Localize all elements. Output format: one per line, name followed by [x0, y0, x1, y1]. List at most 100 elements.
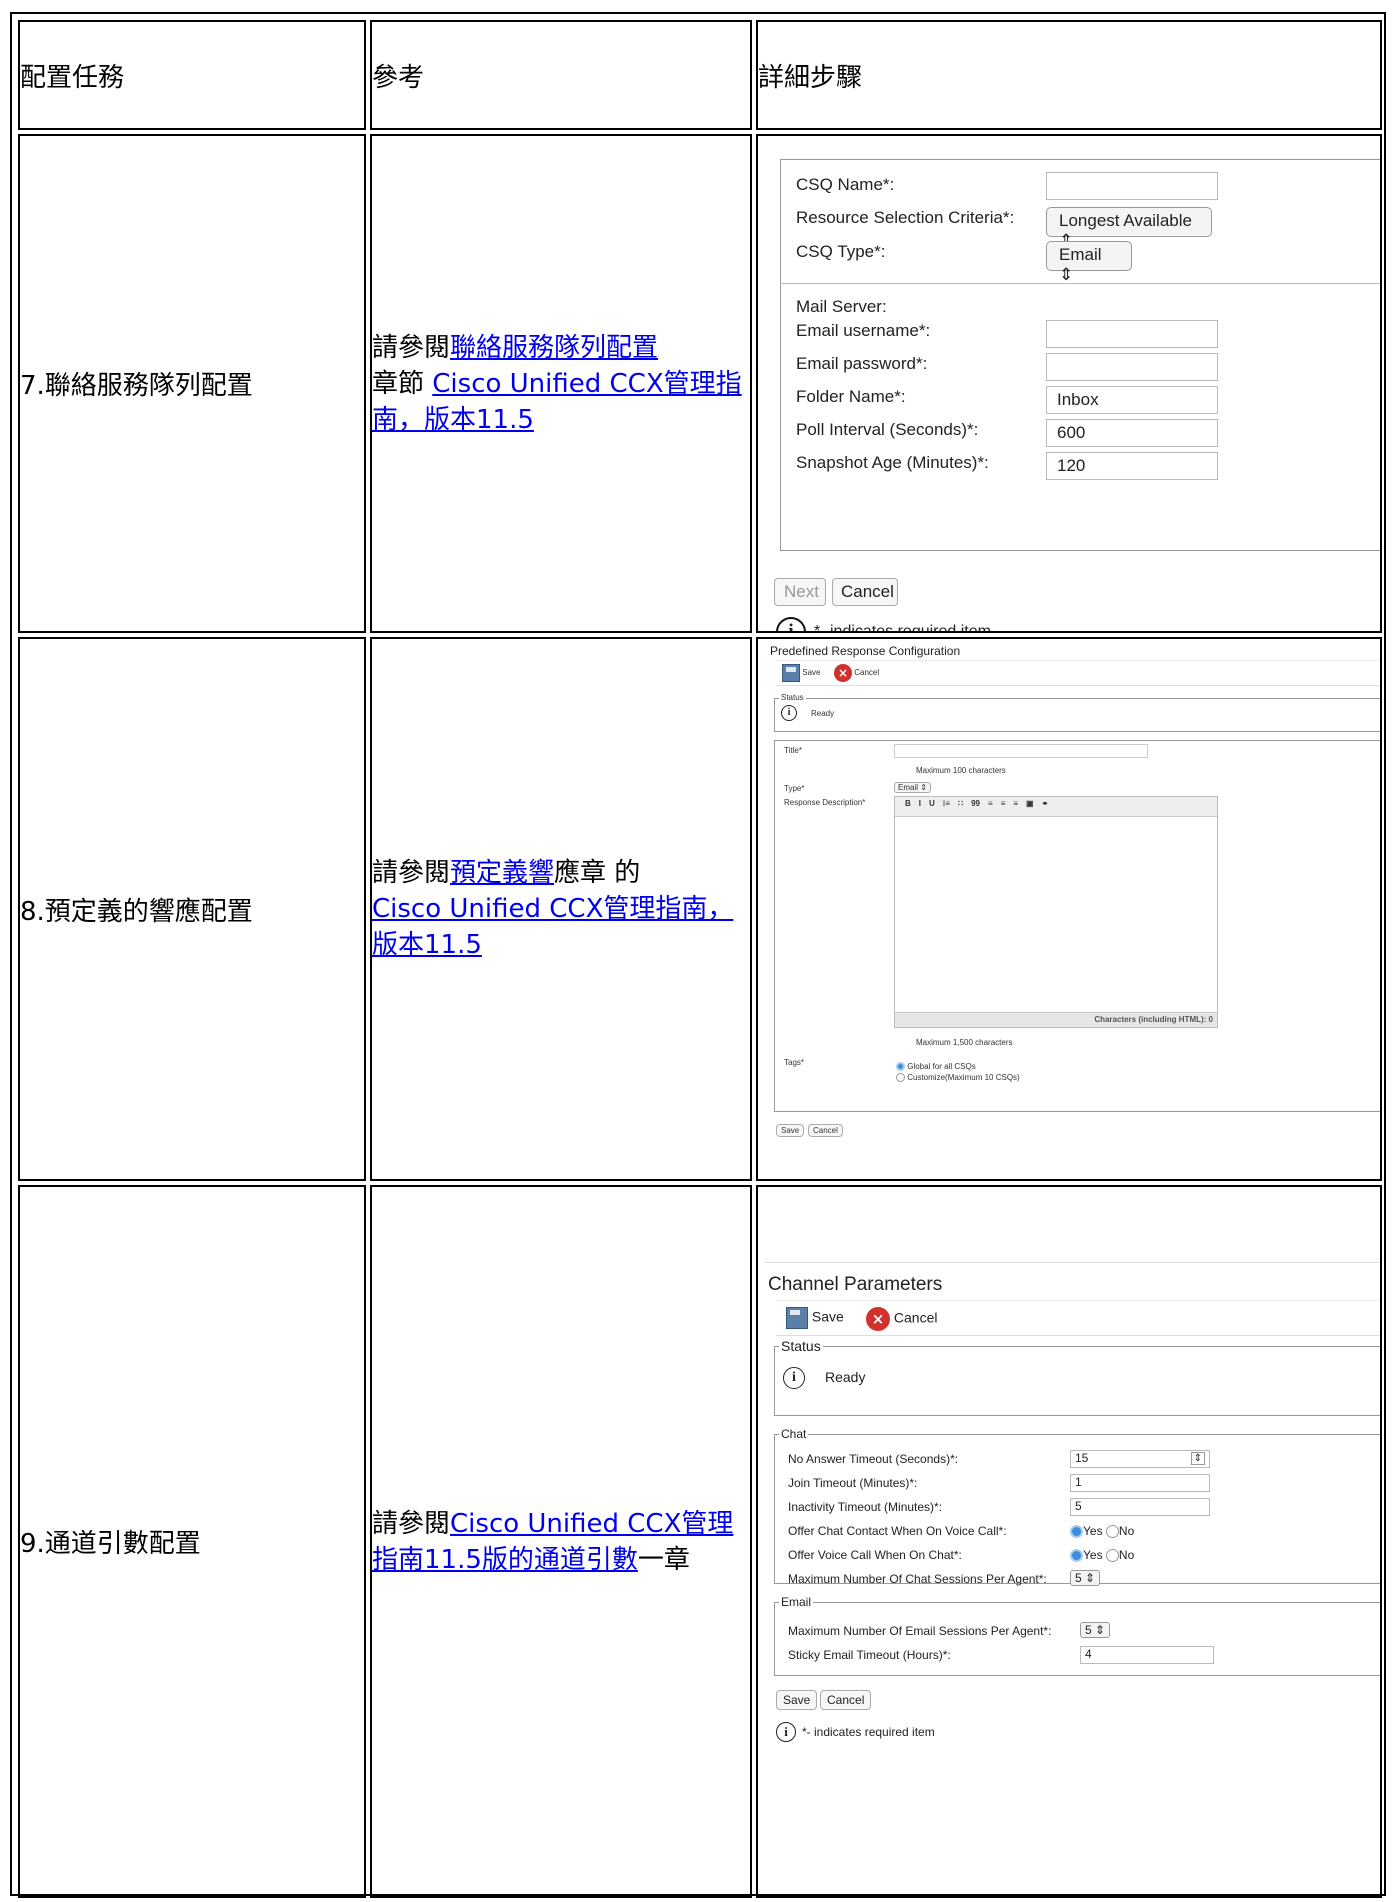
- title-hint: Maximum 100 characters: [916, 766, 1006, 775]
- editor-toolbar-button[interactable]: I: [919, 799, 921, 808]
- reference-cell: 請參閱預定義響應章 的 Cisco Unified CCX管理指南，版本11.5: [370, 637, 752, 1181]
- save-button-bottom[interactable]: Save: [776, 1124, 805, 1137]
- ref-prefix: 請參閱: [372, 1508, 451, 1539]
- cancel-label: Cancel: [854, 668, 880, 678]
- csq-name-label: CSQ Name*:: [796, 175, 895, 194]
- header-task: 配置任務: [18, 20, 366, 130]
- spinner-icon[interactable]: ⇕: [1190, 1451, 1205, 1465]
- status-legend: Status: [779, 1337, 823, 1354]
- type-value: Email: [898, 783, 919, 792]
- max-chat-select[interactable]: 5 ⇕: [1070, 1569, 1101, 1586]
- ref-link-guide[interactable]: Cisco Unified CCX管理指南，版本11.5: [372, 894, 733, 960]
- tag-option-custom[interactable]: Customize(Maximum 10 CSQs): [896, 1073, 1020, 1083]
- max-chat-label: Maximum Number Of Chat Sessions Per Agen…: [788, 1571, 1047, 1586]
- table-row: 8.預定義的響應配置 請參閱預定義響應章 的 Cisco Unified CCX…: [18, 637, 1382, 1181]
- rich-text-editor[interactable]: B I U ⁝≡ ∷ 99 ≡ ≡ ≡ ▣ ⚭ Characters (including HTML…: [894, 796, 1218, 1028]
- editor-toolbar-button[interactable]: B: [905, 799, 911, 808]
- info-icon: i: [783, 1366, 805, 1389]
- snapshot-age-input[interactable]: 120: [1046, 452, 1218, 480]
- offer-voice-no[interactable]: No: [1105, 1548, 1134, 1562]
- status-value: Ready: [811, 709, 835, 718]
- folder-name-input[interactable]: Inbox: [1046, 386, 1218, 414]
- steps-cell: CSQ Name*: Resource Selection Criteria*:…: [756, 134, 1382, 633]
- type-label: Type*: [784, 784, 805, 793]
- radio-selected-icon: [1070, 1548, 1083, 1562]
- offer-chat-label: Offer Chat Contact When On Voice Call*:: [788, 1523, 1007, 1538]
- resource-selection-select[interactable]: Longest Available ⇕: [1046, 207, 1212, 250]
- no-answer-input[interactable]: 15 ⇕: [1070, 1449, 1210, 1468]
- email-legend: Email: [779, 1594, 814, 1609]
- save-button[interactable]: Save: [786, 1306, 844, 1329]
- yes-label: Yes: [1083, 1523, 1103, 1538]
- cancel-button-bottom[interactable]: Cancel: [820, 1689, 872, 1710]
- inactivity-timeout-input[interactable]: 5: [1070, 1497, 1210, 1516]
- header-steps: 詳細步驟: [756, 20, 1382, 130]
- status-value: Ready: [825, 1368, 866, 1385]
- select-arrows-icon: ⇕: [1059, 265, 1074, 284]
- save-button-bottom[interactable]: Save: [776, 1689, 818, 1710]
- tag-option-global[interactable]: Global for all CSQs: [896, 1062, 976, 1072]
- title-input[interactable]: [894, 744, 1148, 758]
- email-password-label: Email password*:: [796, 354, 928, 373]
- type-select[interactable]: Email ⇕: [894, 782, 931, 793]
- required-note: *- indicates required item: [814, 623, 991, 633]
- save-icon: [782, 664, 800, 682]
- chat-legend: Chat: [779, 1426, 809, 1441]
- no-answer-value: 15: [1075, 1450, 1089, 1465]
- cancel-button-bottom[interactable]: Cancel: [808, 1124, 843, 1137]
- editor-toolbar-button[interactable]: ≡: [1013, 799, 1018, 808]
- poll-interval-label: Poll Interval (Seconds)*:: [796, 420, 979, 439]
- status-fieldset: Status i Ready: [774, 1337, 1380, 1416]
- channel-parameters-screenshot: Channel Parameters Save × Cancel Status …: [758, 1261, 1380, 1822]
- csq-type-select[interactable]: Email ⇕: [1046, 241, 1132, 284]
- toolbar: Save × Cancel: [776, 1299, 1380, 1336]
- info-icon: i: [776, 1721, 796, 1742]
- editor-toolbar-button[interactable]: 99: [971, 799, 980, 808]
- editor-toolbar-button[interactable]: ≡: [988, 799, 993, 808]
- select-arrows-icon: ⇕: [920, 783, 927, 792]
- email-username-input[interactable]: [1046, 320, 1218, 348]
- reference-cell: 請參閱聯絡服務隊列配置 章節 Cisco Unified CCX管理指南，版本11…: [370, 134, 752, 633]
- config-table: 配置任務 參考 詳細步驟 7.聯絡服務隊列配置 請參閱聯絡服務隊列配置 章節 Ci…: [14, 16, 1386, 1902]
- csq-name-input[interactable]: [1046, 172, 1218, 200]
- offer-voice-label: Offer Voice Call When On Chat*:: [788, 1547, 962, 1562]
- select-arrows-icon: ⇕: [1095, 1622, 1106, 1637]
- join-timeout-label: Join Timeout (Minutes)*:: [788, 1475, 918, 1490]
- radio-unselected-icon: [896, 1073, 905, 1083]
- editor-toolbar-button[interactable]: U: [929, 799, 935, 808]
- cancel-button[interactable]: × Cancel: [834, 664, 879, 682]
- offer-chat-yes[interactable]: Yes: [1070, 1524, 1103, 1538]
- offer-chat-radios: Yes No: [1070, 1524, 1134, 1538]
- offer-voice-yes[interactable]: Yes: [1070, 1548, 1103, 1562]
- offer-chat-no[interactable]: No: [1105, 1524, 1134, 1538]
- join-timeout-input[interactable]: 1: [1070, 1473, 1210, 1492]
- editor-toolbar-button[interactable]: ≡: [1001, 799, 1006, 808]
- ref-suffix: 一章: [637, 1544, 690, 1575]
- task-cell: 8.預定義的響應配置: [18, 637, 366, 1181]
- editor-toolbar-button[interactable]: ▣: [1026, 799, 1034, 808]
- editor-toolbar-button[interactable]: ⚭: [1042, 799, 1049, 808]
- info-icon: i: [776, 617, 806, 631]
- steps-cell: Predefined Response Configuration Save ×…: [756, 637, 1382, 1181]
- max-email-select[interactable]: 5 ⇕: [1080, 1621, 1111, 1638]
- poll-interval-input[interactable]: 600: [1046, 419, 1218, 447]
- ref-link[interactable]: 預定義響: [450, 858, 554, 888]
- next-button[interactable]: Next: [774, 578, 826, 606]
- save-label: Save: [811, 1308, 844, 1325]
- cancel-button[interactable]: Cancel: [832, 578, 898, 606]
- editor-toolbar-button[interactable]: ⁝≡: [943, 799, 950, 808]
- save-button[interactable]: Save: [782, 664, 820, 682]
- resource-selection-value: Longest Available: [1059, 211, 1192, 230]
- sticky-email-input[interactable]: 4: [1080, 1645, 1214, 1664]
- email-password-input[interactable]: [1046, 353, 1218, 381]
- csq-config-screenshot: CSQ Name*: Resource Selection Criteria*:…: [758, 137, 1380, 633]
- email-fieldset: Email: [774, 1594, 1380, 1676]
- snapshot-age-label: Snapshot Age (Minutes)*:: [796, 453, 989, 472]
- cancel-button[interactable]: × Cancel: [866, 1306, 937, 1331]
- inactivity-timeout-label: Inactivity Timeout (Minutes)*:: [788, 1499, 943, 1514]
- ref-link[interactable]: 聯絡服務隊列配置: [450, 333, 658, 363]
- offer-voice-radios: Yes No: [1070, 1548, 1134, 1562]
- editor-toolbar-button[interactable]: ∷: [958, 799, 963, 808]
- table-header-row: 配置任務 參考 詳細步驟: [18, 20, 1382, 130]
- tags-label: Tags*: [784, 1058, 805, 1067]
